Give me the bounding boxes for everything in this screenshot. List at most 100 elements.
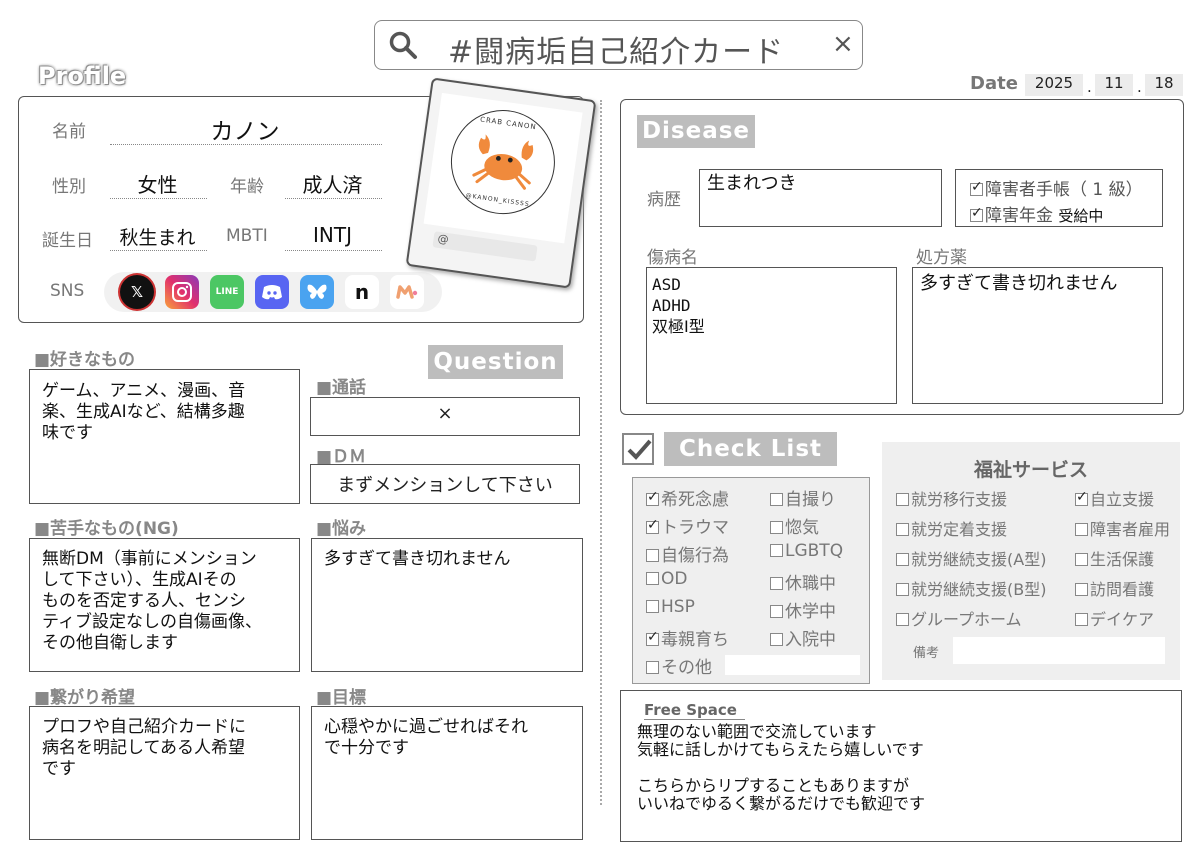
disease-title: Disease xyxy=(637,115,755,148)
profile-title: Profile xyxy=(38,62,127,90)
date-day: 18 xyxy=(1145,74,1183,96)
close-icon[interactable]: × xyxy=(832,29,854,59)
x-icon[interactable]: 𝕏 xyxy=(120,275,154,309)
checklist-item[interactable]: HSP xyxy=(646,597,695,617)
checklist-item[interactable]: 毒親育ち xyxy=(646,625,729,650)
checkbox-label: その他 xyxy=(661,658,712,678)
checkbox-label: 休学中 xyxy=(785,602,836,622)
checkbox-label: 生活保護 xyxy=(1090,550,1155,569)
birthday-value: 秋生まれ xyxy=(119,227,196,249)
checkbox-label: グループホーム xyxy=(911,610,1022,629)
history-text: 生まれつき xyxy=(707,173,797,194)
checkbox-icon xyxy=(896,613,909,626)
checklist-item[interactable]: 休学中 xyxy=(770,597,836,622)
profile-photo-card: CRAB CANON @KANON_KISSSS @ xyxy=(405,77,597,289)
call-label: ■通話 xyxy=(316,378,367,398)
checkbox-icon xyxy=(896,523,909,536)
other-input[interactable] xyxy=(725,655,860,675)
welfare-note-label: 備考 xyxy=(913,646,940,661)
checklist-item[interactable]: LGBTQ xyxy=(770,541,843,561)
likes-label: ■好きなもの xyxy=(34,350,136,370)
gender-value: 女性 xyxy=(137,173,178,197)
ng-label: ■苦手なもの(NG) xyxy=(34,519,179,539)
names-label: 傷病名 xyxy=(647,248,698,268)
checklist-item[interactable]: トラウマ xyxy=(646,513,729,538)
connect-text: プロフや自己紹介カードに 病名を明記してある人希望 です xyxy=(42,717,246,779)
checklist-item[interactable]: OD xyxy=(646,569,687,589)
line-icon[interactable]: LINE xyxy=(210,275,244,309)
note-icon[interactable]: n xyxy=(345,275,379,309)
discord-icon[interactable] xyxy=(255,275,289,309)
checkbox-icon xyxy=(646,661,659,674)
welfare-item[interactable]: 就労定着支援 xyxy=(896,516,1007,540)
date-label: Date xyxy=(970,73,1018,94)
welfare-note-input[interactable] xyxy=(953,637,1165,664)
meds-label: 処方薬 xyxy=(916,248,967,268)
checked-box-icon xyxy=(646,489,659,506)
checkbox-icon xyxy=(770,493,783,506)
checkbox-icon xyxy=(770,544,783,557)
checkbox-icon xyxy=(896,493,909,506)
checkbox-icon xyxy=(770,577,783,590)
goal-text: 心穏やかに過ごせればそれ で十分です xyxy=(324,717,528,758)
checkbox-label: OD xyxy=(661,569,688,589)
checklist-item[interactable]: 自傷行為 xyxy=(646,541,729,566)
welfare-item[interactable]: 障害者雇用 xyxy=(1075,516,1170,540)
checkbox-icon xyxy=(646,600,659,613)
welfare-item[interactable]: 就労継続支援(A型) xyxy=(896,546,1046,570)
checkbox-label: 就労継続支援(B型) xyxy=(911,580,1047,599)
checkbox-label: 入院中 xyxy=(785,630,836,650)
checkbox-label: 障害者雇用 xyxy=(1090,520,1171,539)
welfare-item[interactable]: 就労継続支援(B型) xyxy=(896,576,1046,600)
name-label: 名前 xyxy=(52,122,86,142)
checklist-item[interactable]: 惚気 xyxy=(770,513,819,538)
checkbox-label: 自傷行為 xyxy=(661,546,729,566)
techo-checkbox[interactable]: 障害者手帳（ 1 級） xyxy=(970,175,1143,200)
search-text: #闘病垢自己紹介カード xyxy=(448,35,785,70)
checklist-item[interactable]: 休職中 xyxy=(770,569,836,594)
welfare-title: 福祉サービス xyxy=(973,459,1088,481)
connect-label: ■繋がり希望 xyxy=(34,688,136,708)
checklist-item[interactable]: 希死念慮 xyxy=(646,485,729,510)
checkbox-label: 毒親育ち xyxy=(661,630,729,650)
checkbox-label: 惚気 xyxy=(785,518,819,538)
welfare-item[interactable]: 就労移行支援 xyxy=(896,486,1007,510)
welfare-item[interactable]: デイケア xyxy=(1075,606,1154,630)
checkbox-label: LGBTQ xyxy=(785,541,844,561)
checkbox-icon xyxy=(1075,553,1088,566)
checkbox-label: 訪問看護 xyxy=(1090,580,1155,599)
bluesky-icon[interactable] xyxy=(300,275,334,309)
dm-value: まずメンションして下さい xyxy=(337,475,553,496)
checkbox-label: 休職中 xyxy=(785,574,836,594)
worry-text: 多すぎて書き切れません xyxy=(324,549,511,569)
checkbox-icon xyxy=(770,633,783,646)
checklist-item[interactable]: 自撮り xyxy=(770,485,836,510)
checkbox-label: 就労継続支援(A型) xyxy=(911,550,1047,569)
mbti-label: MBTI xyxy=(226,226,268,246)
checkbox-icon xyxy=(646,572,659,585)
welfare-item[interactable]: 自立支援 xyxy=(1075,486,1154,510)
question-title: Question xyxy=(428,345,563,379)
center-divider xyxy=(600,100,602,805)
welfare-item[interactable]: 生活保護 xyxy=(1075,546,1154,570)
history-label: 病歴 xyxy=(647,190,681,210)
crab-icon xyxy=(472,134,534,190)
checkbox-icon xyxy=(1075,583,1088,596)
checklist-item[interactable]: その他 xyxy=(646,653,712,678)
welfare-item[interactable]: グループホーム xyxy=(896,606,1022,630)
checkbox-label: 就労定着支援 xyxy=(911,520,1008,539)
pension-checkbox[interactable]: 障害年金 受給中 xyxy=(970,201,1103,226)
call-value: × xyxy=(437,403,453,424)
meds-text: 多すぎて書き切れません xyxy=(920,273,1118,294)
date-year: 2025 xyxy=(1025,74,1083,96)
instagram-icon[interactable] xyxy=(165,275,199,309)
checklist-item[interactable]: 入院中 xyxy=(770,625,836,650)
goal-label: ■目標 xyxy=(316,688,367,708)
misskey-icon[interactable] xyxy=(390,275,424,309)
welfare-item[interactable]: 訪問看護 xyxy=(1075,576,1154,600)
checkbox-label: トラウマ xyxy=(661,518,729,538)
age-value: 成人済 xyxy=(302,173,363,197)
date-month: 11 xyxy=(1095,74,1133,96)
checklist-checkbox-icon xyxy=(622,433,654,465)
checkbox-label: 希死念慮 xyxy=(661,490,729,510)
